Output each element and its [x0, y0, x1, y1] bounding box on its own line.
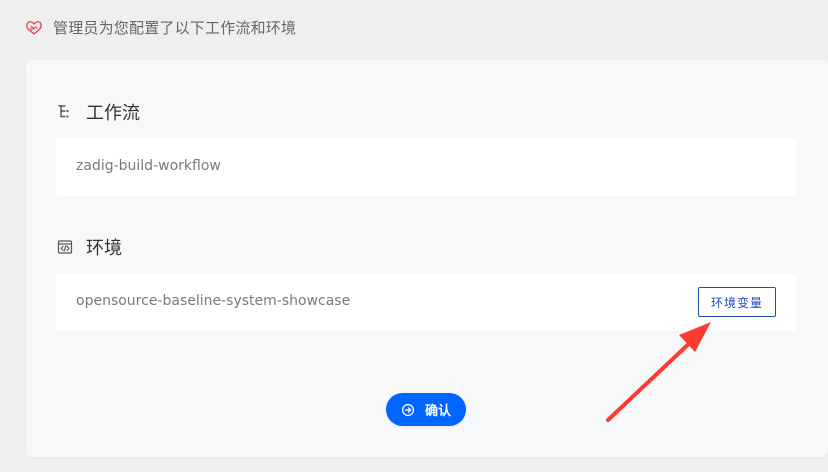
env-vars-button[interactable]: 环境变量 [698, 287, 776, 317]
handshake-icon [24, 17, 44, 37]
arrow-right-circle-icon [401, 403, 415, 417]
workflow-section-label: 工作流 [86, 103, 140, 124]
code-window-icon [56, 238, 74, 256]
notice-text: 管理员为您配置了以下工作流和环境 [53, 18, 297, 37]
confirm-button-label: 确认 [424, 404, 451, 419]
page: 管理员为您配置了以下工作流和环境 工作流 zadig-build-workflo… [0, 0, 828, 472]
environment-section-title: 环境 [56, 234, 122, 260]
workflow-name: zadig-build-workflow [76, 158, 221, 174]
workflow-section-title: 工作流 [56, 99, 140, 125]
environment-section-label: 环境 [86, 238, 122, 259]
confirm-button[interactable]: 确认 [386, 393, 466, 426]
environment-item: opensource-baseline-system-showcase 环境变量 [56, 274, 796, 331]
workflow-env-card: 工作流 zadig-build-workflow 环境 opensource-b… [26, 60, 828, 457]
workflow-icon [56, 103, 74, 121]
workflow-item: zadig-build-workflow [56, 138, 796, 196]
environment-name: opensource-baseline-system-showcase [76, 293, 351, 309]
page-notice: 管理员为您配置了以下工作流和环境 [24, 14, 296, 40]
